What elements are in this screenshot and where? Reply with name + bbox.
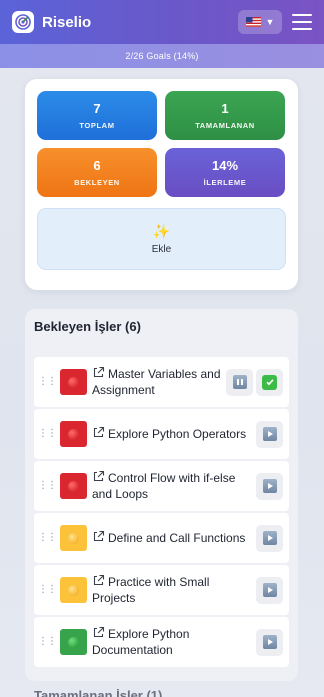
goal-title[interactable]: Control Flow with if-else and Loops [92, 470, 256, 502]
goal-title[interactable]: Master Variables and Assignment [92, 366, 226, 398]
pending-section-title: Bekleyen İşler (6) [34, 319, 141, 334]
list-item[interactable]: ⋮⋮ Define and Call Functions [34, 513, 289, 563]
goal-actions [256, 576, 283, 604]
pause-button[interactable] [226, 368, 253, 396]
add-button-label: Ekle [151, 244, 172, 255]
stat-total: 7 TOPLAM [37, 91, 157, 140]
goal-actions [256, 420, 283, 448]
play-icon [262, 427, 277, 441]
external-link-icon[interactable] [92, 574, 105, 587]
goal-actions [256, 524, 283, 552]
us-flag-icon [245, 17, 261, 27]
list-item[interactable]: ⋮⋮ Master Variables and Assignment [34, 357, 289, 407]
add-button[interactable]: ✨ Ekle [37, 208, 286, 270]
goal-actions [226, 368, 283, 396]
stat-pending: 6 BEKLEYEN [37, 148, 157, 197]
pending-list: ⋮⋮ Master Variables and Assignment ⋮⋮ Explo… [34, 357, 289, 667]
pending-section: Bekleyen İşler (6) ⋮⋮ Master Variables an… [25, 309, 298, 681]
start-button[interactable] [256, 472, 283, 500]
play-icon [262, 479, 277, 493]
drag-handle-icon[interactable]: ⋮⋮ [34, 481, 60, 491]
start-button[interactable] [256, 420, 283, 448]
stat-value: 7 [93, 101, 101, 116]
goal-title-text: Practice with Small Projects [92, 575, 210, 605]
app-header: Riselio ▼ [0, 0, 324, 44]
stat-completed: 1 TAMAMLANAN [165, 91, 285, 140]
list-item[interactable]: ⋮⋮ Control Flow with if-else and Loops [34, 461, 289, 511]
start-button[interactable] [256, 524, 283, 552]
external-link-icon[interactable] [92, 426, 105, 439]
stat-value: 14% [211, 158, 239, 173]
goal-title[interactable]: Explore Python Operators [92, 426, 256, 442]
goal-title-text: Define and Call Functions [108, 531, 246, 545]
goals-progress-text: 2/26 Goals (14%) [0, 44, 324, 68]
external-link-icon[interactable] [92, 366, 105, 379]
stat-value: 6 [93, 158, 101, 173]
stats-card: 7 TOPLAM 1 TAMAMLANAN 6 BEKLEYEN 14% İLE… [25, 79, 298, 290]
hamburger-icon[interactable] [292, 14, 312, 30]
goal-title-text: Control Flow with if-else and Loops [92, 471, 236, 501]
drag-handle-icon[interactable]: ⋮⋮ [34, 585, 60, 595]
drag-handle-icon[interactable]: ⋮⋮ [34, 637, 60, 647]
stat-label: BEKLEYEN [74, 178, 120, 187]
priority-red-icon [60, 473, 87, 499]
stat-label: İLERLEME [203, 178, 247, 187]
stat-label: TOPLAM [79, 121, 115, 130]
list-item[interactable]: ⋮⋮ Practice with Small Projects [34, 565, 289, 615]
priority-red-icon [60, 369, 87, 395]
goal-actions [256, 628, 283, 656]
priority-red-icon [60, 421, 87, 447]
stat-label: TAMAMLANAN [195, 121, 255, 130]
stat-progress: 14% İLERLEME [165, 148, 285, 197]
pause-icon [232, 375, 247, 389]
goal-title-text: Explore Python Operators [108, 427, 247, 441]
language-selector[interactable]: ▼ [238, 10, 282, 34]
drag-handle-icon[interactable]: ⋮⋮ [34, 377, 60, 387]
list-item[interactable]: ⋮⋮ Explore Python Operators [34, 409, 289, 459]
play-icon [262, 531, 277, 545]
drag-handle-icon[interactable]: ⋮⋮ [34, 429, 60, 439]
external-link-icon[interactable] [92, 530, 105, 543]
external-link-icon[interactable] [92, 626, 105, 639]
start-button[interactable] [256, 628, 283, 656]
play-icon [262, 583, 277, 597]
stat-value: 1 [221, 101, 229, 116]
sparkles-icon: ✨ [152, 223, 171, 239]
list-item[interactable]: ⋮⋮ Explore Python Documentation [34, 617, 289, 667]
goal-title[interactable]: Define and Call Functions [92, 530, 256, 546]
goal-title-text: Explore Python Documentation [92, 627, 190, 657]
goal-title[interactable]: Practice with Small Projects [92, 574, 256, 606]
priority-green-icon [60, 629, 87, 655]
priority-yellow-icon [60, 525, 87, 551]
chevron-down-icon: ▼ [265, 17, 275, 27]
play-icon [262, 635, 277, 649]
goal-title[interactable]: Explore Python Documentation [92, 626, 256, 658]
app-logo-icon [12, 11, 34, 33]
priority-yellow-icon [60, 577, 87, 603]
goal-actions [256, 472, 283, 500]
complete-button[interactable] [256, 368, 283, 396]
app-brand: Riselio [42, 13, 92, 31]
completed-section-title[interactable]: Tamamlanan İşler (1) [34, 688, 162, 697]
drag-handle-icon[interactable]: ⋮⋮ [34, 533, 60, 543]
external-link-icon[interactable] [92, 470, 105, 483]
goal-title-text: Master Variables and Assignment [92, 367, 221, 397]
start-button[interactable] [256, 576, 283, 604]
check-icon [262, 374, 277, 390]
